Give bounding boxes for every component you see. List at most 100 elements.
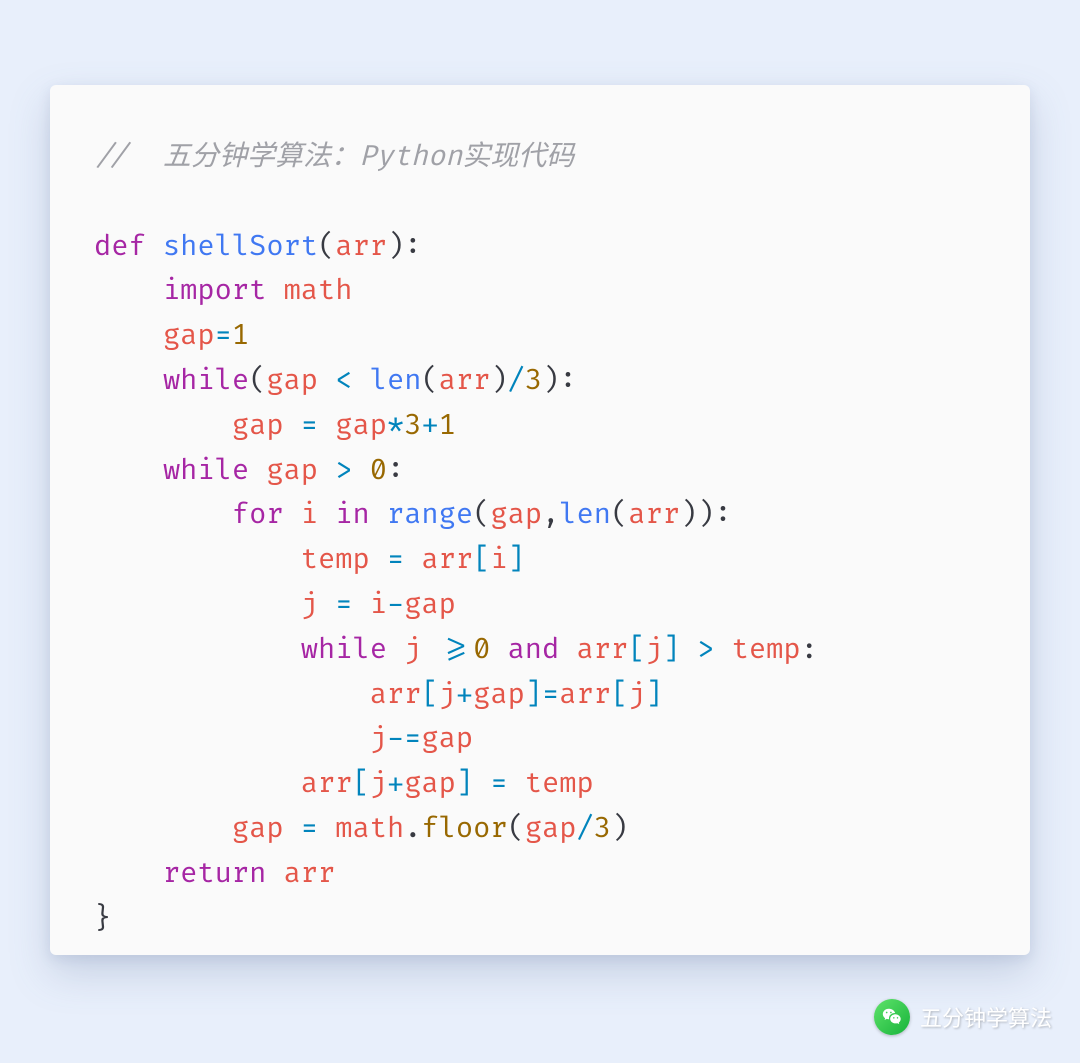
colon: : <box>801 632 818 667</box>
id-temp: temp <box>732 632 801 667</box>
op-eq: = <box>335 587 352 622</box>
num-3: 3 <box>594 811 611 846</box>
paren-open: ( <box>249 363 266 398</box>
op-div: / <box>577 811 594 846</box>
id-arr: arr <box>301 766 353 801</box>
id-gap: gap <box>404 587 456 622</box>
id-gap: gap <box>232 811 284 846</box>
id-j: j <box>439 677 456 712</box>
id-gap: gap <box>404 766 456 801</box>
id-arr: arr <box>628 497 680 532</box>
op-mul: * <box>387 408 404 443</box>
id-gap: gap <box>335 408 387 443</box>
comma: , <box>542 497 559 532</box>
id-arr: arr <box>421 542 473 577</box>
paren-close: ) <box>387 229 404 264</box>
num-3: 3 <box>404 408 421 443</box>
id-temp: temp <box>525 766 594 801</box>
id-gap: gap <box>473 677 525 712</box>
op-gt: > <box>335 453 352 488</box>
id-gap: gap <box>163 318 215 353</box>
paren-close: ) <box>680 497 697 532</box>
id-arr: arr <box>559 677 611 712</box>
kw-for: for <box>232 497 284 532</box>
id-temp: temp <box>301 542 370 577</box>
num-0: 0 <box>473 632 490 667</box>
paren-close: ) <box>490 363 507 398</box>
id-i: i <box>490 542 507 577</box>
colon: : <box>404 229 421 264</box>
id-arr: arr <box>370 677 422 712</box>
colon: : <box>714 497 731 532</box>
op-eq: = <box>542 677 559 712</box>
op-gt: > <box>697 632 714 667</box>
paren-open: ( <box>508 811 525 846</box>
colon: : <box>387 453 404 488</box>
id-arr: arr <box>335 229 387 264</box>
bracket-close: ] <box>525 677 542 712</box>
bracket-open: [ <box>628 632 645 667</box>
id-j: j <box>404 632 421 667</box>
kw-while: while <box>301 632 387 667</box>
bracket-close: ] <box>645 677 662 712</box>
bracket-close: ] <box>663 632 680 667</box>
bracket-open: [ <box>611 677 628 712</box>
op-div: / <box>508 363 525 398</box>
id-gap: gap <box>266 453 318 488</box>
id-j: j <box>370 721 387 756</box>
id-j: j <box>628 677 645 712</box>
id-arr: arr <box>284 856 336 891</box>
kw-while: while <box>163 363 249 398</box>
op-eq: = <box>301 811 318 846</box>
code-block: // 五分钟学算法：Python实现代码 def shellSort(arr):… <box>94 135 986 941</box>
attr-floor: floor <box>421 811 507 846</box>
op-plus: + <box>456 677 473 712</box>
id-gap: gap <box>266 363 318 398</box>
dot: . <box>404 811 421 846</box>
op-plus: + <box>421 408 438 443</box>
op-minus: - <box>387 587 404 622</box>
id-i: i <box>301 497 318 532</box>
brace-close: } <box>94 901 111 936</box>
kw-return: return <box>163 856 266 891</box>
paren-close: ) <box>697 497 714 532</box>
paren-open: ( <box>318 229 335 264</box>
id-j: j <box>301 587 318 622</box>
paren-close: ) <box>542 363 559 398</box>
kw-import: import <box>163 273 266 308</box>
id-gap: gap <box>232 408 284 443</box>
bracket-close: ] <box>508 542 525 577</box>
id-i: i <box>370 587 387 622</box>
num-0: 0 <box>370 453 387 488</box>
bracket-open: [ <box>421 677 438 712</box>
code-comment: // 五分钟学算法：Python实现代码 <box>94 139 574 174</box>
op-lt: < <box>335 363 352 398</box>
kw-def: def <box>94 229 146 264</box>
id-j: j <box>645 632 662 667</box>
kw-and: and <box>508 632 560 667</box>
id-j: j <box>370 766 387 801</box>
code-card: // 五分钟学算法：Python实现代码 def shellSort(arr):… <box>50 85 1030 955</box>
op-plus: + <box>387 766 404 801</box>
op-ge: >= <box>439 632 473 667</box>
wechat-icon <box>874 999 910 1035</box>
paren-open: ( <box>611 497 628 532</box>
bracket-open: [ <box>352 766 369 801</box>
op-eq: = <box>301 408 318 443</box>
id-math: math <box>335 811 404 846</box>
paren-close: ) <box>611 811 628 846</box>
fn-shellSort: shellSort <box>163 229 318 264</box>
paren-open: ( <box>473 497 490 532</box>
watermark: 五分钟学算法 <box>874 999 1052 1035</box>
kw-in: in <box>335 497 369 532</box>
id-math: math <box>284 273 353 308</box>
id-arr: arr <box>439 363 491 398</box>
id-gap: gap <box>490 497 542 532</box>
num-1: 1 <box>232 318 249 353</box>
op-eq: = <box>387 542 404 577</box>
watermark-text: 五分钟学算法 <box>920 1001 1052 1033</box>
bracket-close: ] <box>456 766 473 801</box>
op-eq: = <box>215 318 232 353</box>
fn-len: len <box>559 497 611 532</box>
num-3: 3 <box>525 363 542 398</box>
